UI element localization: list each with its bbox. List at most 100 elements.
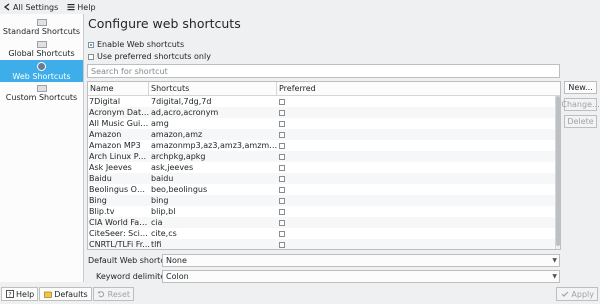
cell-name: All Music Guide — [89, 119, 150, 128]
keyboard-icon — [36, 18, 47, 26]
cell-preferred — [278, 230, 548, 237]
table-row[interactable]: Beolingus Onlin...beo,beolingus — [88, 184, 560, 195]
table-row[interactable]: Amazon MP3 amazonmp3,az3,amz3,amzmp3 — [88, 140, 560, 151]
preferred-checkbox[interactable] — [279, 208, 285, 215]
cell-shortcuts: amazon,amz — [151, 130, 203, 139]
reset-button[interactable]: Reset — [92, 287, 135, 301]
help-icon: ? — [5, 290, 14, 299]
globe-icon — [37, 61, 46, 71]
defaults-icon — [43, 290, 52, 299]
cell-preferred — [278, 241, 548, 248]
column-header-name[interactable]: Name — [88, 82, 149, 95]
preferred-checkbox[interactable] — [279, 175, 285, 182]
default-shortcut-select[interactable]: None ▼ — [162, 254, 560, 267]
table-row[interactable]: CiteSeer: Scien...cite,cs — [88, 228, 560, 239]
preferred-only-label: Use preferred shortcuts only — [97, 52, 211, 61]
keyboard-icon — [36, 84, 47, 92]
cell-shortcuts: cite,cs — [151, 229, 177, 238]
cell-shortcuts: beo,beolingus — [151, 185, 208, 194]
cell-name: Arch Linux Pack... — [89, 152, 150, 161]
cell-name: Acronym Datab... — [89, 108, 150, 117]
preferred-checkbox[interactable] — [279, 131, 285, 138]
preferred-checkbox[interactable] — [279, 98, 285, 105]
cell-shortcuts: ad,acro,acronym — [151, 108, 219, 117]
top-toolbar: All Settings Help — [0, 0, 600, 14]
defaults-button[interactable]: Defaults — [39, 287, 92, 301]
apply-button-label: Apply — [571, 289, 594, 299]
table-row[interactable]: CNRTL/TLFi Fr... tlfi — [88, 239, 560, 249]
sidebar-item-web-shortcuts[interactable]: Web Shortcuts — [0, 60, 83, 82]
table-row[interactable]: 7Digital 7digital,7dg,7d — [88, 96, 560, 107]
cell-name: CNRTL/TLFi Fr... — [89, 240, 150, 249]
table-row[interactable]: Baidu baidu — [88, 173, 560, 184]
keyword-delimiter-select[interactable]: Colon ▼ — [162, 270, 560, 283]
cell-preferred — [278, 142, 548, 149]
preferred-checkbox[interactable] — [279, 230, 285, 237]
checkbox-unchecked-icon — [88, 53, 94, 60]
preferred-checkbox[interactable] — [279, 153, 285, 160]
sidebar-item-label: Custom Shortcuts — [5, 92, 78, 102]
chevron-down-icon: ▼ — [552, 257, 557, 264]
column-header-preferred[interactable]: Preferred — [277, 82, 553, 95]
table-row[interactable]: Arch Linux Pack...archpkg,apkg — [88, 151, 560, 162]
cell-preferred — [278, 120, 548, 127]
table-row[interactable]: Amazon amazon,amz — [88, 129, 560, 140]
table-scrollbar[interactable] — [555, 96, 560, 249]
scrollbar-thumb[interactable] — [556, 96, 560, 246]
table-header: Name Shortcuts Preferred — [88, 82, 560, 96]
chevron-down-icon: ▼ — [552, 273, 557, 280]
enable-web-shortcuts-checkbox[interactable]: Enable Web shortcuts — [88, 40, 184, 49]
sidebar: Standard Shortcuts Global Shortcuts Web … — [0, 14, 84, 282]
preferred-checkbox[interactable] — [279, 186, 285, 193]
sidebar-item-standard-shortcuts[interactable]: Standard Shortcuts — [0, 16, 83, 38]
preferred-checkbox[interactable] — [279, 219, 285, 226]
page-title: Configure web shortcuts — [88, 16, 241, 31]
cell-shortcuts: tlfi — [151, 240, 162, 249]
cell-name: 7Digital — [89, 97, 121, 106]
sidebar-item-label: Web Shortcuts — [12, 71, 71, 81]
preferred-only-checkbox[interactable]: Use preferred shortcuts only — [88, 52, 211, 61]
new-button[interactable]: New... — [564, 81, 597, 94]
table-row[interactable]: Acronym Datab...ad,acro,acronym — [88, 107, 560, 118]
preferred-checkbox[interactable] — [279, 164, 285, 171]
help-button[interactable]: ? Help — [1, 287, 39, 301]
table-row[interactable]: Bing bing — [88, 195, 560, 206]
cell-name: CIA World Fact ... — [89, 218, 150, 227]
sidebar-item-custom-shortcuts[interactable]: Custom Shortcuts — [0, 82, 83, 104]
enable-web-shortcuts-label: Enable Web shortcuts — [97, 40, 185, 49]
preferred-checkbox[interactable] — [279, 109, 285, 116]
preferred-checkbox[interactable] — [279, 120, 285, 127]
preferred-checkbox[interactable] — [279, 241, 285, 248]
cell-shortcuts: ask,jeeves — [151, 163, 194, 172]
help-menu-button[interactable]: Help — [66, 2, 96, 12]
sidebar-item-global-shortcuts[interactable]: Global Shortcuts — [0, 38, 83, 60]
cell-name: Amazon MP3 — [89, 141, 141, 150]
table-row[interactable]: CIA World Fact ...cia — [88, 217, 560, 228]
preferred-checkbox[interactable] — [279, 197, 285, 204]
cell-name: Ask Jeeves — [89, 163, 132, 172]
keyboard-icon — [36, 40, 47, 48]
cell-preferred — [278, 109, 548, 116]
delete-button[interactable]: Delete — [564, 115, 597, 128]
cell-shortcuts: baidu — [151, 174, 174, 183]
default-shortcut-value: None — [166, 256, 187, 265]
all-settings-button[interactable]: All Settings — [2, 3, 58, 12]
change-button[interactable]: Change... — [561, 98, 600, 111]
all-settings-label: All Settings — [13, 2, 59, 12]
checkbox-checked-icon — [88, 41, 94, 48]
cell-shortcuts: bing — [151, 196, 169, 205]
column-header-shortcuts[interactable]: Shortcuts — [149, 82, 277, 95]
apply-button[interactable]: Apply — [556, 287, 598, 301]
keyword-delimiter-value: Colon — [166, 272, 189, 281]
cell-preferred — [278, 219, 548, 226]
defaults-button-label: Defaults — [54, 289, 88, 299]
cell-preferred — [278, 186, 548, 193]
preferred-checkbox[interactable] — [279, 142, 285, 149]
shortcuts-table: Name Shortcuts Preferred 7Digital 7digita… — [87, 81, 561, 250]
help-menu-label: Help — [77, 2, 96, 12]
table-row[interactable]: Blip.tv blip,bl — [88, 206, 560, 217]
table-row[interactable]: Ask Jeeves ask,jeeves — [88, 162, 560, 173]
search-input[interactable] — [87, 64, 560, 78]
cell-preferred — [278, 131, 548, 138]
table-row[interactable]: All Music Guide amg — [88, 118, 560, 129]
